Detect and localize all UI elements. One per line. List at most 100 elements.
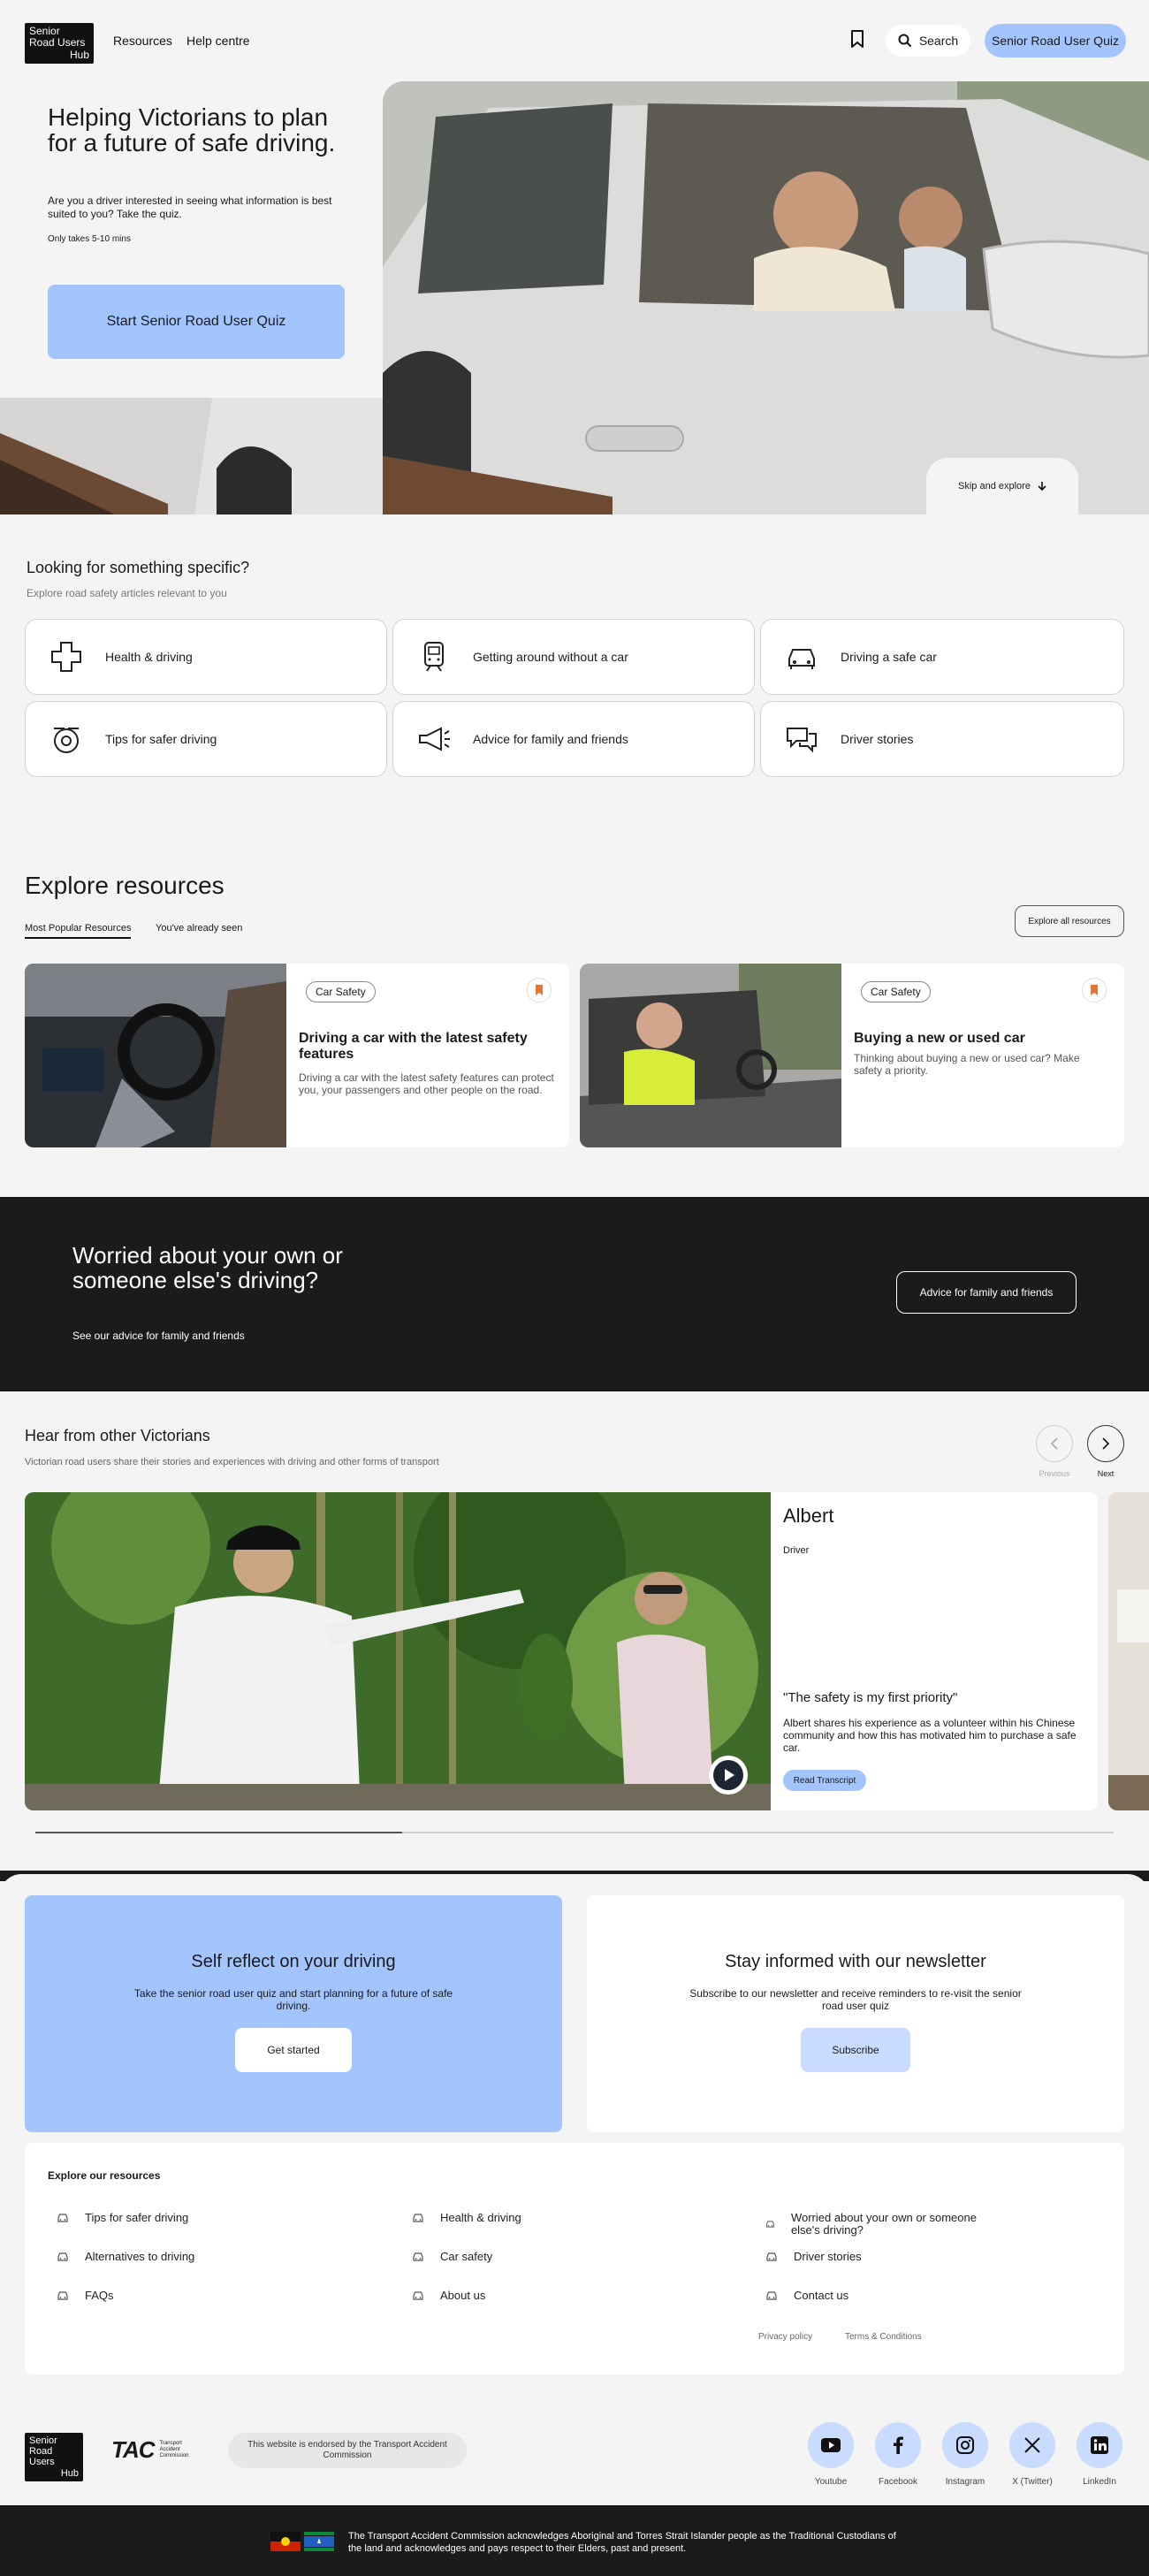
footer-links-card: Explore our resources Tips for safer dri… <box>25 2143 1124 2374</box>
play-icon <box>713 1760 743 1790</box>
next-story-preview[interactable] <box>1108 1492 1149 1810</box>
explore-all-button[interactable]: Explore all resources <box>1015 905 1124 937</box>
specific-section: Looking for something specific? Explore … <box>0 514 1149 824</box>
chevron-right-icon <box>1102 1437 1110 1450</box>
nav-resources[interactable]: Resources <box>113 34 172 48</box>
footer-link[interactable]: About us <box>412 2290 642 2302</box>
subscribe-button[interactable]: Subscribe <box>801 2028 910 2072</box>
train-icon <box>424 642 444 672</box>
footer-link[interactable]: Contact us <box>765 2290 995 2302</box>
aboriginal-flag-icon <box>270 2532 301 2551</box>
category-getting-around[interactable]: Getting around without a car <box>392 619 755 695</box>
car-icon <box>57 2291 68 2300</box>
instagram-icon <box>942 2422 988 2468</box>
acknowledgement-text: The Transport Accident Commission acknow… <box>348 2531 896 2554</box>
hero-card: Helping Victorians to plan for a future … <box>0 81 383 398</box>
resource-title: Buying a new or used car <box>854 1031 1025 1046</box>
social-youtube[interactable]: Youtube <box>808 2422 854 2487</box>
stories-title: Hear from other Victorians <box>25 1427 210 1444</box>
footer-link[interactable]: Driver stories <box>765 2251 995 2263</box>
resources-section: Explore resources Most Popular Resources… <box>0 826 1149 1197</box>
resource-tag: Car Safety <box>861 981 931 1002</box>
plus-cross-icon <box>51 642 81 672</box>
bookmark-icon[interactable] <box>527 978 552 1002</box>
tac-logo: TAC Transport Accident Commission <box>111 2436 189 2463</box>
footer-link[interactable]: FAQs <box>57 2290 286 2302</box>
start-quiz-button[interactable]: Start Senior Road User Quiz <box>48 285 345 359</box>
tab-already-seen[interactable]: You've already seen <box>156 923 242 934</box>
car-icon <box>413 2252 423 2261</box>
chat-bubbles-icon <box>787 728 817 753</box>
bookmark-icon[interactable] <box>850 30 864 48</box>
category-driver-stories[interactable]: Driver stories <box>760 701 1124 777</box>
carousel-progress-track <box>35 1832 1114 1833</box>
x-twitter-icon <box>1009 2422 1055 2468</box>
car-icon <box>788 649 815 669</box>
car-icon <box>766 2252 777 2261</box>
car-icon <box>766 2221 774 2228</box>
footer-link[interactable]: Worried about your own or someone else's… <box>765 2212 995 2237</box>
flags <box>270 2532 334 2551</box>
footer-logo[interactable]: Senior Road Users Hub <box>25 2433 83 2481</box>
play-button[interactable] <box>709 1756 748 1795</box>
newsletter-card: Stay informed with our newsletter Subscr… <box>587 1895 1124 2132</box>
skip-explore-button[interactable]: Skip and explore <box>926 458 1078 514</box>
car-icon <box>413 2291 423 2300</box>
hero-image <box>383 81 1149 514</box>
category-health-driving[interactable]: Health & driving <box>25 619 387 695</box>
story-name: Albert <box>783 1505 834 1527</box>
previous-label: Previous <box>1039 1469 1070 1478</box>
acknowledgement-band: The Transport Accident Commission acknow… <box>0 2505 1149 2576</box>
nav-help-centre[interactable]: Help centre <box>186 34 250 48</box>
social-facebook[interactable]: Facebook <box>875 2422 921 2487</box>
chevron-left-icon <box>1050 1437 1058 1450</box>
story-card: Albert Driver "The safety is my first pr… <box>771 1492 1098 1810</box>
megaphone-icon <box>419 727 450 751</box>
resource-card[interactable]: Car Safety Driving a car with the latest… <box>25 964 569 1147</box>
footer-link[interactable]: Car safety <box>412 2251 642 2263</box>
youtube-icon <box>808 2422 854 2468</box>
terms-link[interactable]: Terms & Conditions <box>845 2332 922 2342</box>
story-body: Albert shares his experience as a volunt… <box>783 1717 1077 1754</box>
footer-heading: Explore our resources <box>48 2169 161 2182</box>
worried-subtitle: See our advice for family and friends <box>72 1330 245 1342</box>
linkedin-icon <box>1077 2422 1122 2468</box>
read-transcript-button[interactable]: Read Transcript <box>783 1770 866 1791</box>
footer-link[interactable]: Health & driving <box>412 2212 642 2224</box>
hero-title: Helping Victorians to plan for a future … <box>48 103 336 156</box>
social-linkedin[interactable]: LinkedIn <box>1077 2422 1122 2487</box>
get-started-button[interactable]: Get started <box>235 2028 352 2072</box>
specific-title: Looking for something specific? <box>27 559 250 576</box>
privacy-link[interactable]: Privacy policy <box>758 2332 812 2342</box>
footer-link[interactable]: Tips for safer driving <box>57 2212 286 2224</box>
social-instagram[interactable]: Instagram <box>942 2422 988 2487</box>
car-icon <box>57 2214 68 2222</box>
search-button[interactable]: Search <box>886 25 970 57</box>
social-x-twitter[interactable]: X (Twitter) <box>1009 2422 1055 2487</box>
category-safer-driving[interactable]: Tips for safer driving <box>25 701 387 777</box>
category-family-friends[interactable]: Advice for family and friends <box>392 701 755 777</box>
bookmark-icon[interactable] <box>1082 978 1107 1002</box>
endorsed-badge: This website is endorsed by the Transpor… <box>228 2433 467 2468</box>
hero-image-left <box>0 398 383 514</box>
footer-link[interactable]: Alternatives to driving <box>57 2251 286 2263</box>
reflect-card: Self reflect on your driving Take the se… <box>25 1895 562 2132</box>
category-safe-car[interactable]: Driving a safe car <box>760 619 1124 695</box>
family-friends-button[interactable]: Advice for family and friends <box>896 1271 1077 1314</box>
tab-most-popular[interactable]: Most Popular Resources <box>25 923 132 939</box>
next-button[interactable] <box>1087 1425 1124 1462</box>
story-video[interactable] <box>25 1492 771 1810</box>
site-logo[interactable]: Senior Road Users Hub <box>25 23 94 64</box>
stories-subtitle: Victorian road users share their stories… <box>25 1457 439 1467</box>
worried-band: Worried about your own or someone else's… <box>0 1197 1149 1391</box>
steering-wheel-icon <box>54 728 79 753</box>
worried-title: Worried about your own or someone else's… <box>72 1242 343 1293</box>
specific-subtitle: Explore road safety articles relevant to… <box>27 587 227 599</box>
previous-button[interactable] <box>1036 1425 1073 1462</box>
newsletter-body: Subscribe to our newsletter and receive … <box>689 1987 1022 2012</box>
resource-body: Driving a car with the latest safety fea… <box>299 1071 554 1096</box>
header-quiz-button[interactable]: Senior Road User Quiz <box>985 24 1126 57</box>
resource-card[interactable]: Car Safety Buying a new or used car Thin… <box>580 964 1124 1147</box>
car-icon <box>413 2214 423 2222</box>
social-links: Youtube Facebook Instagram X (Twitter) L… <box>808 2422 1122 2487</box>
